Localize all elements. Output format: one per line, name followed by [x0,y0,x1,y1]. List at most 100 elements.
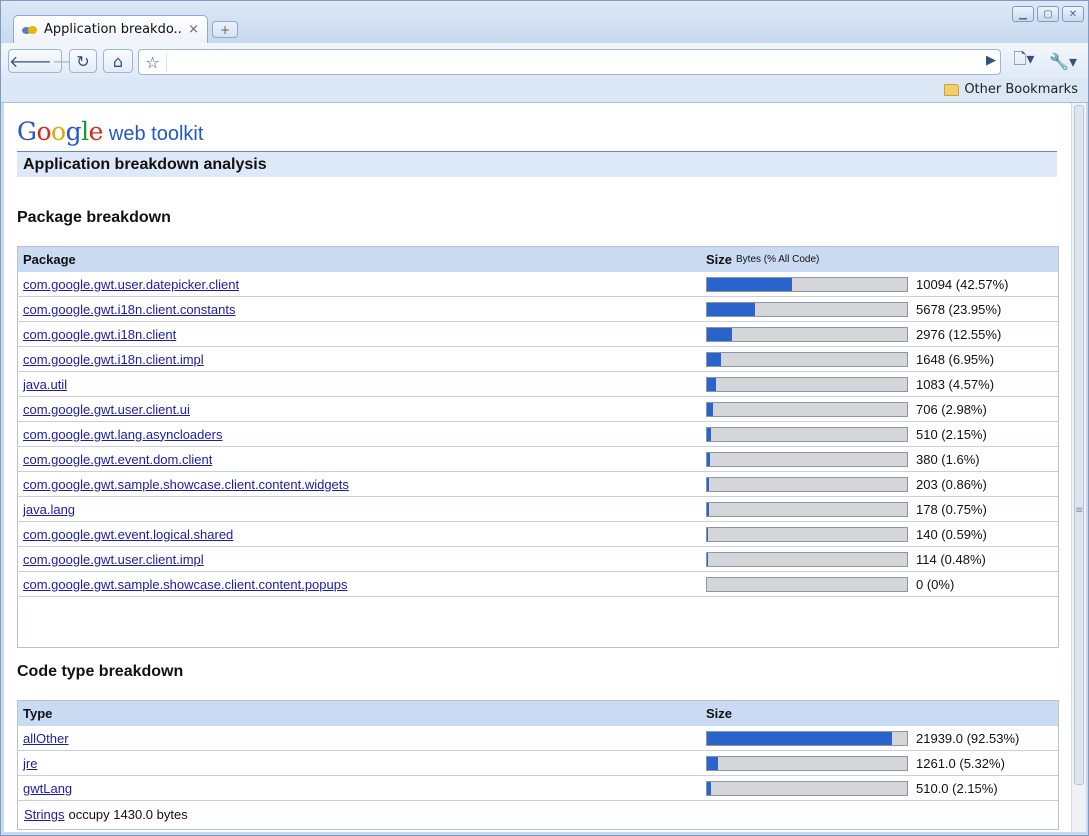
package-row: java.lang 178 (0.75%) [18,497,1058,522]
size-cell: 706 (2.98%) [706,401,1058,417]
breakdown-link[interactable]: com.google.gwt.user.client.impl [23,552,204,567]
other-bookmarks-button[interactable]: Other Bookmarks [944,82,1078,97]
size-cell: 0 (0%) [706,576,1058,592]
package-column-header: Package [23,252,76,267]
name-cell: com.google.gwt.user.client.ui [18,402,706,417]
minimize-button[interactable]: ▁ [1012,6,1034,22]
breakdown-link[interactable]: com.google.gwt.event.dom.client [23,452,212,467]
codetype-row: gwtLang 510.0 (2.15%) [18,776,1058,801]
codetype-row: allOther 21939.0 (92.53%) [18,726,1058,751]
address-bar[interactable]: ☆ ▶ [138,49,1001,75]
name-cell: com.google.gwt.sample.showcase.client.co… [18,477,706,492]
strings-summary-text: occupy 1430.0 bytes [68,807,188,822]
size-cell: 510 (2.15%) [706,426,1058,442]
size-bar-fill [707,402,713,416]
size-bar-fill [707,502,709,516]
breakdown-link[interactable]: gwtLang [23,781,72,796]
package-row: com.google.gwt.event.dom.client 380 (1.6%… [18,447,1058,472]
breakdown-link[interactable]: com.google.gwt.i18n.client [23,327,176,342]
minimize-icon: ▁ [1019,8,1027,20]
package-row: com.google.gwt.user.client.ui 706 (2.98%) [18,397,1058,422]
package-row: java.util 1083 (4.57%) [18,372,1058,397]
name-cell: com.google.gwt.event.logical.shared [18,527,706,542]
breakdown-link[interactable]: com.google.gwt.sample.showcase.client.co… [23,577,347,592]
wrench-menu-button[interactable]: 🔧▾ [1047,49,1079,73]
breakdown-link[interactable]: com.google.gwt.lang.asyncloaders [23,427,222,442]
scrollbar-thumb[interactable] [1074,105,1084,785]
go-arrow-icon[interactable]: ▶ [986,53,996,68]
size-bar [706,276,908,292]
name-cell: com.google.gwt.user.client.impl [18,552,706,567]
name-cell: gwtLang [18,781,706,796]
page-menu-button[interactable]: 🗋▾ [1009,49,1039,73]
plus-icon: + [219,22,231,37]
size-header-sublabel: Bytes (% All Code) [736,254,820,265]
breakdown-link[interactable]: java.util [23,377,67,392]
size-value: 510 (2.15%) [916,426,987,442]
bookmark-star-icon[interactable]: ☆ [139,52,167,72]
close-tab-icon[interactable]: × [188,23,199,36]
breakdown-link[interactable]: com.google.gwt.event.logical.shared [23,527,233,542]
page-menu-icon: 🗋▾ [1013,48,1035,68]
size-column-header: Size Bytes (% All Code) [706,252,1058,267]
strings-link[interactable]: Strings [24,807,64,822]
name-cell: com.google.gwt.i18n.client.impl [18,352,706,367]
size-value: 706 (2.98%) [916,401,987,417]
type-column-header: Type [23,706,53,721]
name-cell: java.util [18,377,706,392]
maximize-button[interactable]: ▢ [1037,6,1059,22]
size-bar [706,301,908,317]
name-cell: com.google.gwt.user.datepicker.client [18,277,706,292]
size-value: 203 (0.86%) [916,476,987,492]
name-cell: java.lang [18,502,706,517]
size-value: 1648 (6.95%) [916,351,995,367]
package-row: com.google.gwt.i18n.client 2976 (12.55%) [18,322,1058,347]
size-cell: 1083 (4.57%) [706,376,1058,392]
package-section-title: Package breakdown [17,209,171,226]
size-bar-fill [707,477,709,491]
bookmarks-bar: Other Bookmarks [1,79,1088,103]
maximize-icon: ▢ [1043,8,1053,20]
codetype-section-title: Code type breakdown [17,663,184,680]
size-cell: 140 (0.59%) [706,526,1058,542]
size-value: 2976 (12.55%) [916,326,1002,342]
name-cell: com.google.gwt.lang.asyncloaders [18,427,706,442]
size-cell: 114 (0.48%) [706,551,1058,567]
size-cell: 380 (1.6%) [706,451,1058,467]
breakdown-link[interactable]: java.lang [23,502,75,517]
size-value: 178 (0.75%) [916,501,987,517]
size-value: 380 (1.6%) [916,451,980,467]
name-cell: com.google.gwt.i18n.client [18,327,706,342]
breakdown-link[interactable]: com.google.gwt.user.client.ui [23,402,190,417]
vertical-scrollbar[interactable]: ≡ [1071,103,1086,832]
size-bar-fill [707,552,708,566]
size-cell: 10094 (42.57%) [706,276,1058,292]
reload-button[interactable]: ↻ [69,49,97,73]
scroll-grip-icon: ≡ [1075,505,1084,516]
page-title: Application breakdown analysis [23,155,267,173]
name-cell: com.google.gwt.i18n.client.constants [18,302,706,317]
close-window-button[interactable]: ✕ [1062,6,1084,22]
package-breakdown-table: Package Size Bytes (% All Code) com.goog… [17,246,1059,648]
size-cell: 178 (0.75%) [706,501,1058,517]
back-button[interactable]: 🡐 [9,50,52,72]
size-cell: 510.0 (2.15%) [706,780,1058,796]
codetype-breakdown-table: Type Size allOther 21939.0 (92.53%) jre 126… [17,700,1059,830]
breakdown-link[interactable]: jre [23,756,37,771]
name-cell: allOther [18,731,706,746]
page-content: Google web toolkit Application breakdown… [4,103,1071,832]
breakdown-link[interactable]: allOther [23,731,69,746]
size-bar-fill [707,756,718,770]
package-row: com.google.gwt.sample.showcase.client.co… [18,472,1058,497]
breakdown-link[interactable]: com.google.gwt.user.datepicker.client [23,277,239,292]
tab-application-breakdown[interactable]: Application breakdo... × [13,15,208,43]
breakdown-link[interactable]: com.google.gwt.i18n.client.impl [23,352,204,367]
gwt-favicon-icon [22,24,38,36]
size-value: 140 (0.59%) [916,526,987,542]
breakdown-link[interactable]: com.google.gwt.i18n.client.constants [23,302,235,317]
home-button[interactable]: ⌂ [103,49,133,73]
new-tab-button[interactable]: + [212,21,238,38]
title-bar: Application breakdo... × + ▁ ▢ ✕ [1,1,1088,43]
size-cell: 203 (0.86%) [706,476,1058,492]
breakdown-link[interactable]: com.google.gwt.sample.showcase.client.co… [23,477,349,492]
